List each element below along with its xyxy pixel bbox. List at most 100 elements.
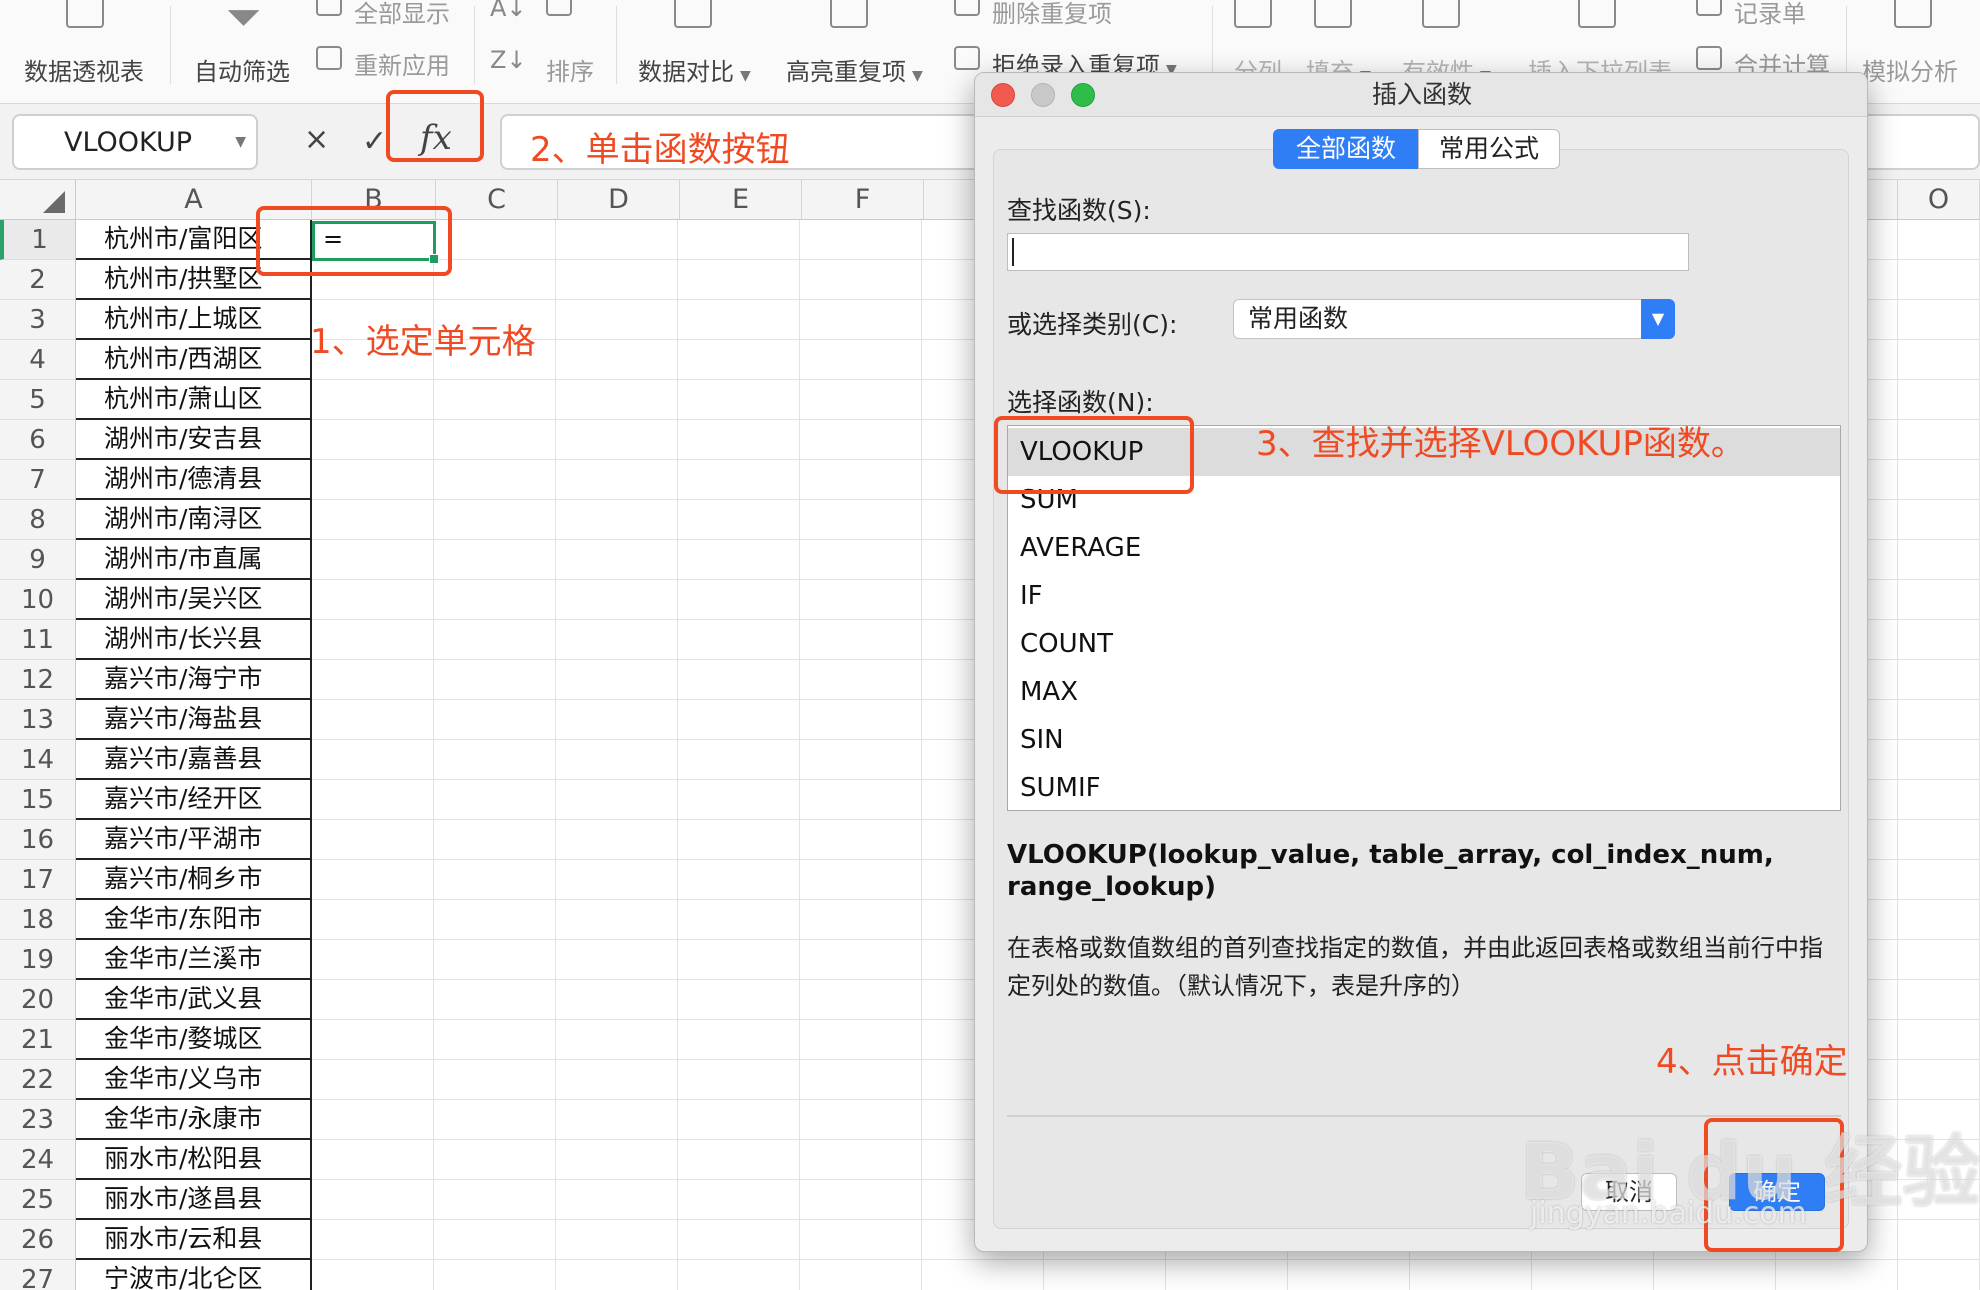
row-header[interactable]: 13 [0, 700, 76, 740]
cell[interactable] [800, 1100, 922, 1140]
cell[interactable] [434, 380, 556, 420]
cell[interactable] [800, 1020, 922, 1060]
cell[interactable] [800, 1220, 922, 1260]
cell[interactable] [800, 340, 922, 380]
cell-a[interactable]: 嘉兴市/桐乡市 [76, 860, 312, 900]
cell[interactable] [556, 220, 678, 260]
sort-asc-icon[interactable]: A↓ [490, 0, 527, 22]
cell[interactable] [312, 1140, 434, 1180]
cell[interactable] [434, 900, 556, 940]
cell[interactable] [678, 500, 800, 540]
cell[interactable] [556, 900, 678, 940]
what-if-button[interactable]: 模拟分析 [1862, 52, 1958, 87]
cell[interactable] [312, 860, 434, 900]
cell[interactable] [1898, 940, 1980, 980]
function-list-item-if[interactable]: IF [1008, 572, 1840, 620]
cell[interactable] [312, 1100, 434, 1140]
cell[interactable] [1898, 980, 1980, 1020]
cell-a[interactable]: 湖州市/长兴县 [76, 620, 312, 660]
cell[interactable] [678, 460, 800, 500]
cell[interactable] [678, 820, 800, 860]
cell-a[interactable]: 金华市/婺城区 [76, 1020, 312, 1060]
cell[interactable] [800, 740, 922, 780]
row-header[interactable]: 2 [0, 260, 76, 300]
cell[interactable] [556, 420, 678, 460]
cell[interactable] [1898, 660, 1980, 700]
cell[interactable] [678, 980, 800, 1020]
cell[interactable] [678, 1220, 800, 1260]
cell-a[interactable]: 嘉兴市/海宁市 [76, 660, 312, 700]
cell[interactable] [678, 300, 800, 340]
cell[interactable] [312, 620, 434, 660]
row-header[interactable]: 16 [0, 820, 76, 860]
data-compare-button[interactable]: 数据对比 ▼ [638, 52, 751, 87]
cell[interactable] [800, 300, 922, 340]
cell[interactable] [678, 700, 800, 740]
cell[interactable] [800, 580, 922, 620]
cell[interactable] [312, 980, 434, 1020]
cell-a[interactable]: 湖州市/安吉县 [76, 420, 312, 460]
cell[interactable] [1898, 1020, 1980, 1060]
search-function-input[interactable] [1007, 233, 1689, 271]
cell-a[interactable]: 湖州市/德清县 [76, 460, 312, 500]
row-header[interactable]: 10 [0, 580, 76, 620]
cell[interactable] [556, 260, 678, 300]
cell[interactable] [678, 1020, 800, 1060]
cell[interactable] [312, 420, 434, 460]
cell[interactable] [1898, 300, 1980, 340]
cell[interactable] [556, 700, 678, 740]
cell[interactable] [434, 660, 556, 700]
cell[interactable] [1898, 500, 1980, 540]
cell[interactable] [1898, 700, 1980, 740]
cell[interactable] [800, 1140, 922, 1180]
tab-all-functions[interactable]: 全部函数 [1273, 129, 1419, 169]
cell[interactable] [678, 380, 800, 420]
cell[interactable] [800, 620, 922, 660]
row-header[interactable]: 22 [0, 1060, 76, 1100]
cell[interactable] [434, 580, 556, 620]
cell[interactable] [434, 540, 556, 580]
column-header-c[interactable]: C [436, 180, 558, 220]
cell[interactable] [800, 820, 922, 860]
cell[interactable] [800, 1260, 922, 1290]
cell[interactable] [678, 220, 800, 260]
auto-filter-button[interactable]: 自动筛选 [194, 52, 290, 87]
cell[interactable] [1654, 1260, 1776, 1290]
cell[interactable] [678, 900, 800, 940]
cell[interactable] [678, 420, 800, 460]
cell[interactable] [434, 1180, 556, 1220]
function-list-item-average[interactable]: AVERAGE [1008, 524, 1840, 572]
cell[interactable] [678, 540, 800, 580]
cell[interactable] [556, 1020, 678, 1060]
chevron-down-icon[interactable]: ▼ [1641, 299, 1675, 339]
cell-a[interactable]: 金华市/兰溪市 [76, 940, 312, 980]
row-header[interactable]: 12 [0, 660, 76, 700]
cell[interactable] [1898, 1060, 1980, 1100]
cell[interactable] [312, 580, 434, 620]
cell[interactable] [800, 500, 922, 540]
row-header[interactable]: 17 [0, 860, 76, 900]
cell[interactable] [1898, 620, 1980, 660]
cell[interactable] [800, 860, 922, 900]
row-header[interactable]: 23 [0, 1100, 76, 1140]
cell[interactable] [556, 380, 678, 420]
cell[interactable] [312, 940, 434, 980]
cell[interactable] [434, 1060, 556, 1100]
cell[interactable] [1898, 900, 1980, 940]
confirm-formula-icon[interactable]: ✓ [362, 124, 387, 159]
cell[interactable] [312, 700, 434, 740]
cell[interactable] [556, 780, 678, 820]
cell[interactable] [312, 740, 434, 780]
cell[interactable] [556, 1180, 678, 1220]
cell-a[interactable]: 丽水市/遂昌县 [76, 1180, 312, 1220]
cell[interactable] [1898, 460, 1980, 500]
cell[interactable] [312, 660, 434, 700]
function-list-item-max[interactable]: MAX [1008, 668, 1840, 716]
cell[interactable] [800, 220, 922, 260]
cell[interactable] [1898, 340, 1980, 380]
cell-a[interactable]: 杭州市/上城区 [76, 300, 312, 340]
function-list-item-count[interactable]: COUNT [1008, 620, 1840, 668]
row-header[interactable]: 5 [0, 380, 76, 420]
cell[interactable] [800, 940, 922, 980]
row-header[interactable]: 11 [0, 620, 76, 660]
